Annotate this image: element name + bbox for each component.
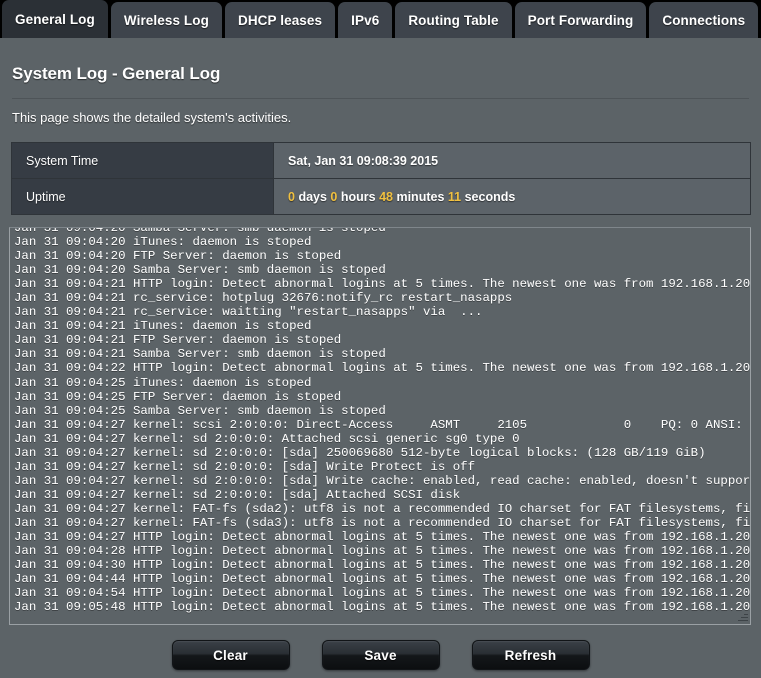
action-button-row: Clear Save Refresh bbox=[0, 640, 761, 670]
table-row-uptime: Uptime 0 days 0 hours 48 minutes 11 seco… bbox=[11, 178, 751, 215]
page-title: System Log - General Log bbox=[12, 64, 221, 83]
tab-port-forwarding[interactable]: Port Forwarding bbox=[514, 2, 647, 38]
log-content: Jan 31 09:04:20 Samba Server: smb daemon… bbox=[14, 227, 751, 615]
page-content: System Log - General Log This page shows… bbox=[0, 38, 761, 678]
uptime-value: 0 days 0 hours 48 minutes 11 seconds bbox=[273, 178, 751, 215]
tab-ipv6[interactable]: IPv6 bbox=[338, 2, 393, 38]
tab-bar: General Log Wireless Log DHCP leases IPv6 Ro… bbox=[0, 0, 761, 38]
table-row-system-time: System Time Sat, Jan 31 09:08:39 2015 bbox=[11, 142, 751, 179]
log-textarea[interactable]: Jan 31 09:04:20 Samba Server: smb daemon… bbox=[9, 227, 751, 625]
uptime-minutes: 48 bbox=[379, 189, 393, 204]
title-divider bbox=[12, 98, 749, 99]
system-info-table: System Time Sat, Jan 31 09:08:39 2015 Up… bbox=[11, 142, 751, 215]
save-button[interactable]: Save bbox=[321, 640, 440, 670]
tab-connections[interactable]: Connections bbox=[649, 2, 759, 38]
system-time-value: Sat, Jan 31 09:08:39 2015 bbox=[273, 142, 751, 179]
system-log-page: General Log Wireless Log DHCP leases IPv6 Ro… bbox=[0, 0, 761, 678]
refresh-button[interactable]: Refresh bbox=[471, 640, 590, 670]
uptime-seconds: 11 bbox=[447, 189, 462, 204]
system-time-label: System Time bbox=[11, 142, 274, 179]
uptime-hours-unit: hours bbox=[340, 189, 376, 204]
uptime-days-unit: days bbox=[298, 189, 327, 204]
tab-routing-table[interactable]: Routing Table bbox=[395, 2, 512, 38]
uptime-seconds-unit: seconds bbox=[464, 189, 516, 204]
clear-button[interactable]: Clear bbox=[171, 640, 290, 670]
uptime-days: 0 bbox=[288, 189, 295, 204]
uptime-minutes-unit: minutes bbox=[396, 189, 445, 204]
page-description: This page shows the detailed system's ac… bbox=[12, 110, 292, 125]
uptime-label: Uptime bbox=[11, 178, 274, 215]
tab-wireless-log[interactable]: Wireless Log bbox=[110, 2, 222, 38]
tab-general-log[interactable]: General Log bbox=[2, 0, 108, 38]
tab-dhcp-leases[interactable]: DHCP leases bbox=[224, 2, 336, 38]
